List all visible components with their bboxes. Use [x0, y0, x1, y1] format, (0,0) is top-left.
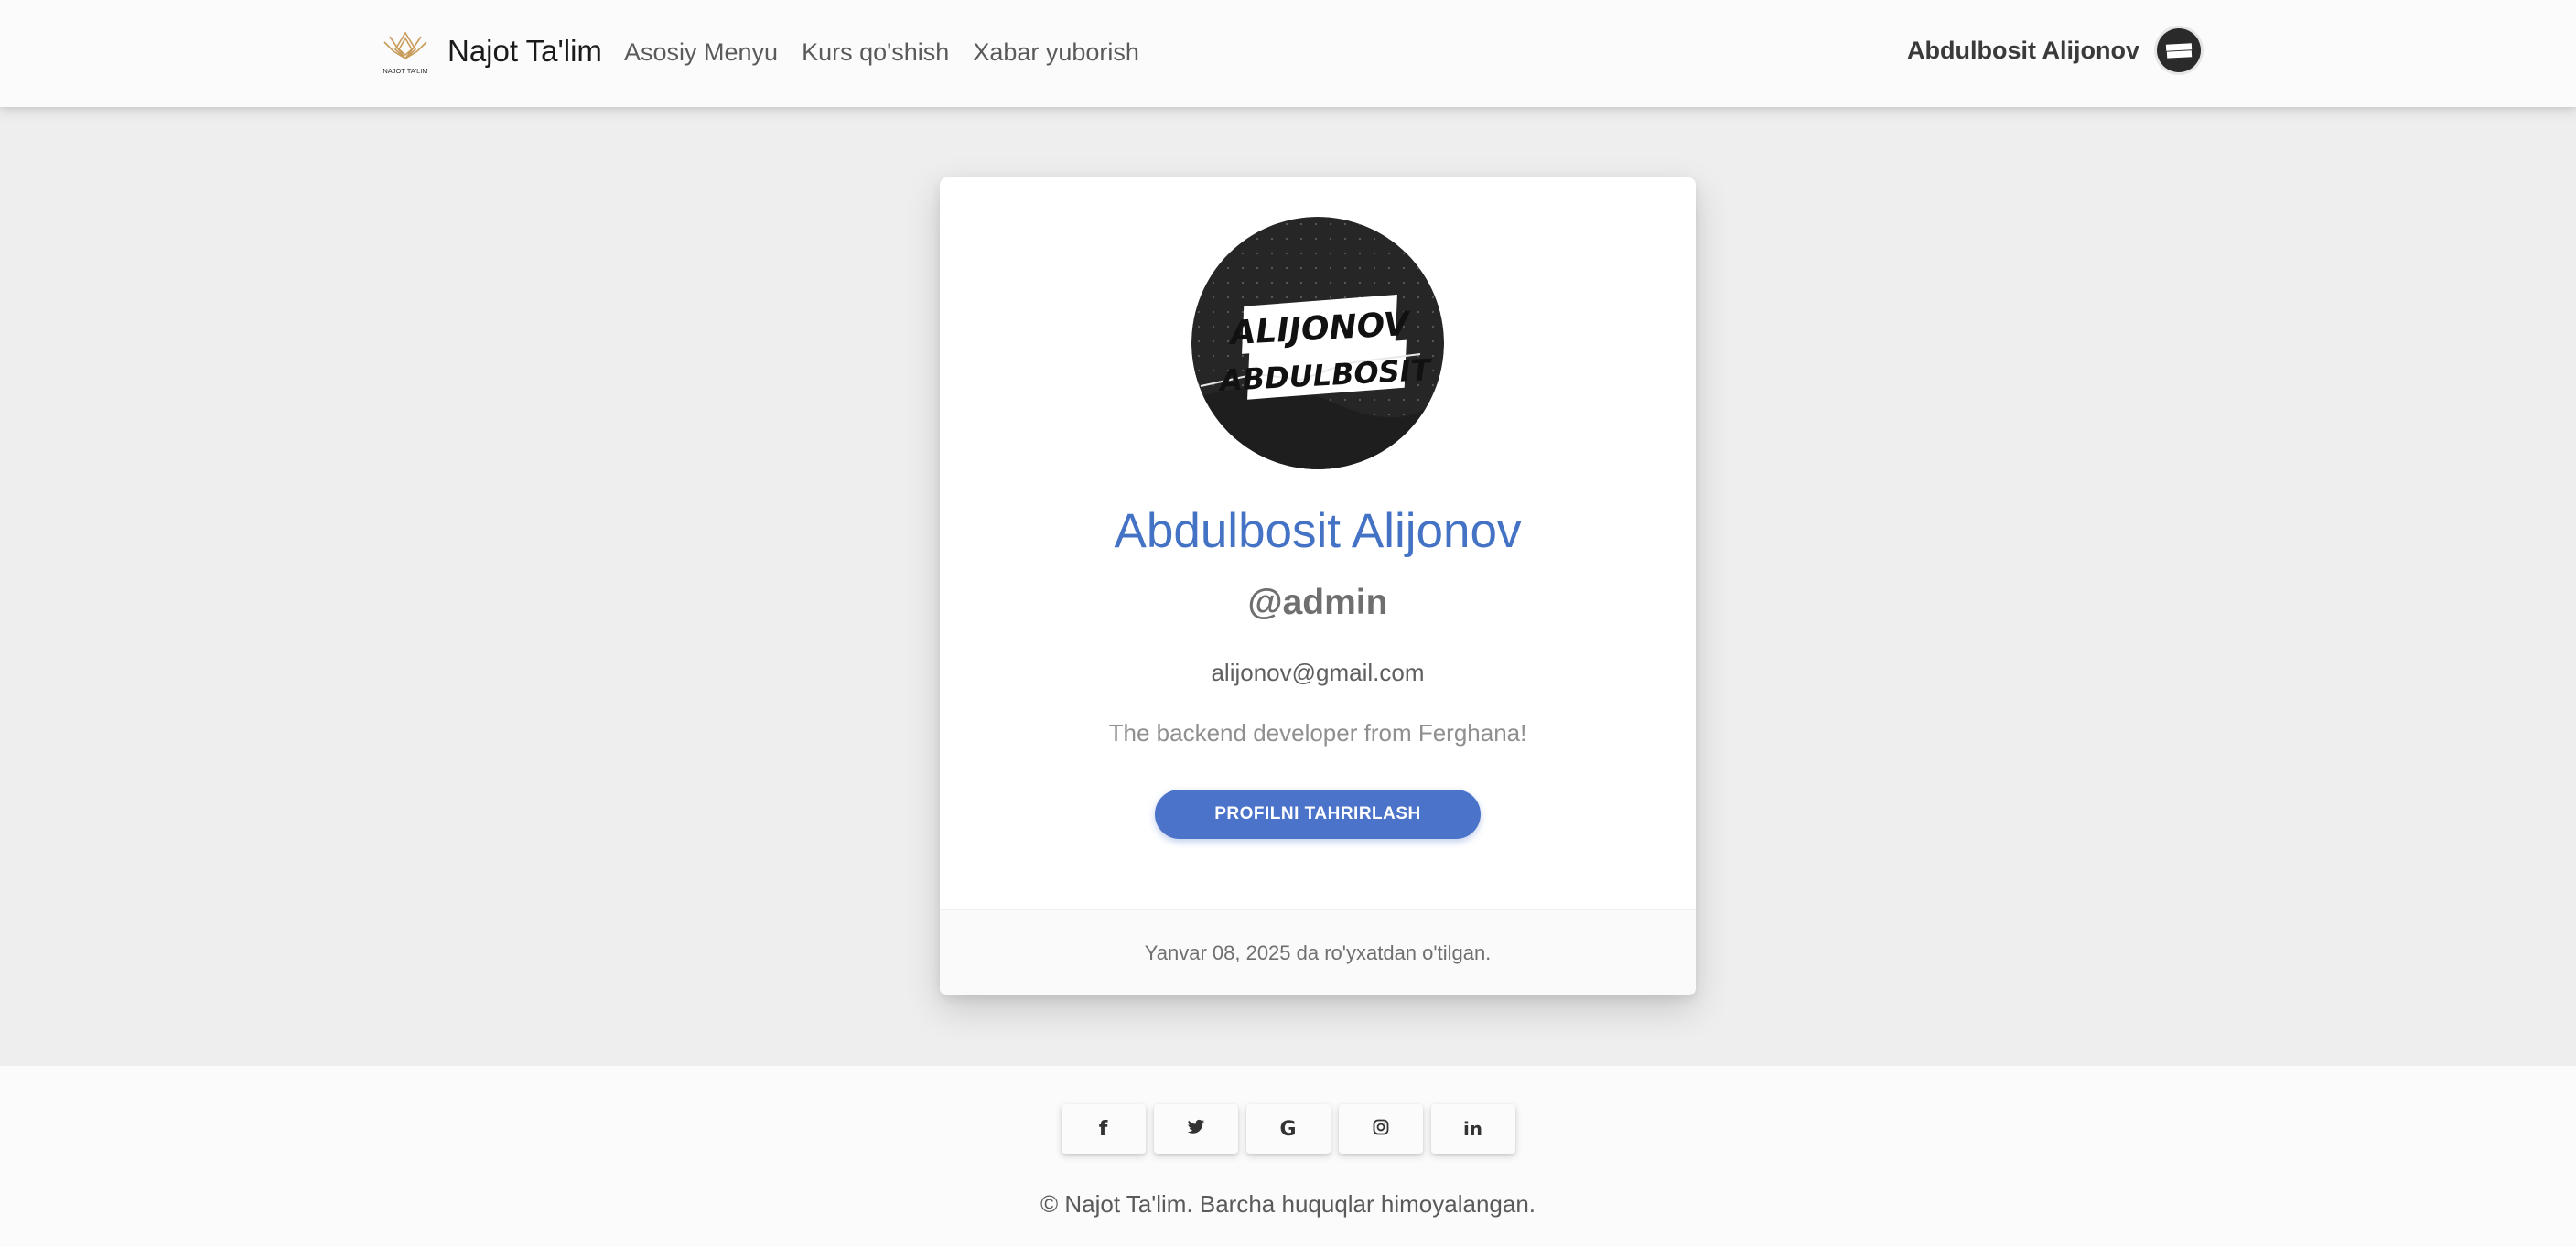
profile-full-name: Abdulbosit Alijonov [1114, 504, 1522, 558]
social-links: f G in [0, 1104, 2576, 1154]
profile-email: alijonov@gmail.com [1211, 659, 1425, 686]
nav-user-menu[interactable]: Abdulbosit Alijonov [1907, 26, 2204, 75]
linkedin-icon: in [1462, 1118, 1483, 1140]
profile-avatar-image: ALIJONOV ABDULBOSIT [1191, 217, 1444, 469]
profile-avatar: ALIJONOV ABDULBOSIT [1191, 217, 1444, 469]
nav-link-send-message[interactable]: Xabar yuborish [973, 37, 1139, 68]
instagram-button[interactable] [1338, 1104, 1423, 1154]
linkedin-button[interactable]: in [1430, 1104, 1515, 1154]
navbar: NAJOT TA'LIM Najot Ta'lim Asosiy Menyu K… [0, 0, 2576, 107]
page-footer: f G in © Najot Ta'lim. Barcha huquqlar h… [0, 1066, 2576, 1247]
profile-card-footer: Yanvar 08, 2025 da ro'yxatdan o'tilgan. [940, 909, 1696, 995]
nav-link-main-menu[interactable]: Asosiy Menyu [624, 37, 778, 68]
svg-text:NAJOT TA'LIM: NAJOT TA'LIM [383, 67, 427, 75]
profile-handle: @admin [1247, 583, 1388, 622]
google-icon: G [1279, 1117, 1297, 1141]
facebook-button[interactable]: f [1061, 1104, 1146, 1154]
brand-name[interactable]: Najot Ta'lim [447, 33, 602, 70]
google-button[interactable]: G [1245, 1104, 1331, 1154]
twitter-icon [1187, 1119, 1205, 1140]
nav-user-name[interactable]: Abdulbosit Alijonov [1907, 37, 2139, 65]
user-avatar-icon [2157, 28, 2201, 72]
nav-link-add-course[interactable]: Kurs qo'shish [802, 37, 949, 68]
profile-bio: The backend developer from Ferghana! [1108, 719, 1527, 747]
nav-links: Asosiy Menyu Kurs qo'shish Xabar yuboris… [624, 37, 1139, 68]
profile-card: ALIJONOV ABDULBOSIT Abdulbosit Alijonov … [940, 177, 1696, 995]
copyright-text: © Najot Ta'lim. Barcha huquqlar himoyala… [1040, 1190, 1536, 1218]
twitter-button[interactable] [1153, 1104, 1238, 1154]
facebook-icon: f [1098, 1117, 1108, 1141]
nav-avatar[interactable] [2154, 26, 2204, 75]
edit-profile-button[interactable]: PROFILNI TAHRIRLASH [1155, 790, 1481, 839]
registration-date-text: Yanvar 08, 2025 da ro'yxatdan o'tilgan. [1144, 941, 1492, 964]
brand-logo[interactable]: NAJOT TA'LIM [377, 26, 434, 77]
instagram-icon [1373, 1119, 1389, 1140]
najot-logo-icon: NAJOT TA'LIM [383, 31, 428, 75]
